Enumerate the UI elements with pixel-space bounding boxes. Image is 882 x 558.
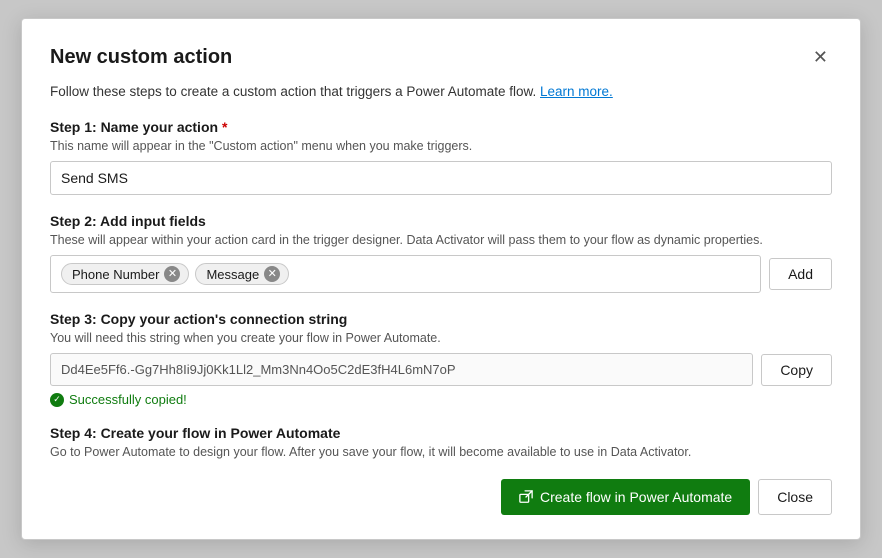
external-link-icon [519, 490, 533, 504]
close-icon-button[interactable]: ✕ [809, 43, 832, 72]
close-icon: ✕ [813, 47, 828, 68]
step4-title: Step 4: Create your flow in Power Automa… [50, 425, 832, 441]
success-icon: ✓ [50, 393, 64, 407]
step4-section: Step 4: Create your flow in Power Automa… [50, 425, 832, 459]
tags-container[interactable]: Phone Number ✕ Message ✕ [50, 255, 761, 293]
required-star: * [222, 119, 227, 135]
close-button[interactable]: Close [758, 479, 832, 515]
step4-desc: Go to Power Automate to design your flow… [50, 445, 832, 459]
modal-title: New custom action [50, 46, 232, 69]
success-message: ✓ Successfully copied! [50, 392, 832, 407]
step3-desc: You will need this string when you creat… [50, 331, 832, 345]
step1-desc: This name will appear in the "Custom act… [50, 139, 832, 153]
tag-phone-number: Phone Number ✕ [61, 263, 189, 285]
tag-phone-number-label: Phone Number [72, 267, 159, 282]
step1-title: Step 1: Name your action * [50, 119, 832, 135]
step2-section: Step 2: Add input fields These will appe… [50, 213, 832, 293]
create-flow-button-label: Create flow in Power Automate [540, 489, 732, 505]
intro-paragraph: Follow these steps to create a custom ac… [50, 84, 832, 99]
step3-section: Step 3: Copy your action's connection st… [50, 311, 832, 407]
step1-title-text: Step 1: Name your action [50, 119, 218, 135]
create-flow-button[interactable]: Create flow in Power Automate [501, 479, 750, 515]
success-text-label: Successfully copied! [69, 392, 187, 407]
intro-text: Follow these steps to create a custom ac… [50, 84, 536, 99]
step2-title: Step 2: Add input fields [50, 213, 832, 229]
copy-button[interactable]: Copy [761, 354, 832, 386]
overlay: New custom action ✕ Follow these steps t… [0, 0, 882, 558]
tag-message: Message ✕ [195, 263, 289, 285]
step2-desc: These will appear within your action car… [50, 233, 832, 247]
step3-title: Step 3: Copy your action's connection st… [50, 311, 832, 327]
modal-header: New custom action ✕ [50, 43, 832, 72]
learn-more-link[interactable]: Learn more. [540, 84, 613, 99]
copy-row: Copy [50, 353, 832, 386]
tag-phone-number-remove[interactable]: ✕ [164, 266, 180, 282]
connection-string-input[interactable] [50, 353, 753, 386]
modal-footer: Create flow in Power Automate Close [50, 479, 832, 515]
step1-section: Step 1: Name your action * This name wil… [50, 119, 832, 195]
input-fields-row: Phone Number ✕ Message ✕ Add [50, 255, 832, 293]
add-tag-button[interactable]: Add [769, 258, 832, 290]
tag-message-label: Message [206, 267, 259, 282]
action-name-input[interactable] [50, 161, 832, 195]
tag-message-remove[interactable]: ✕ [264, 266, 280, 282]
modal-dialog: New custom action ✕ Follow these steps t… [21, 18, 861, 540]
